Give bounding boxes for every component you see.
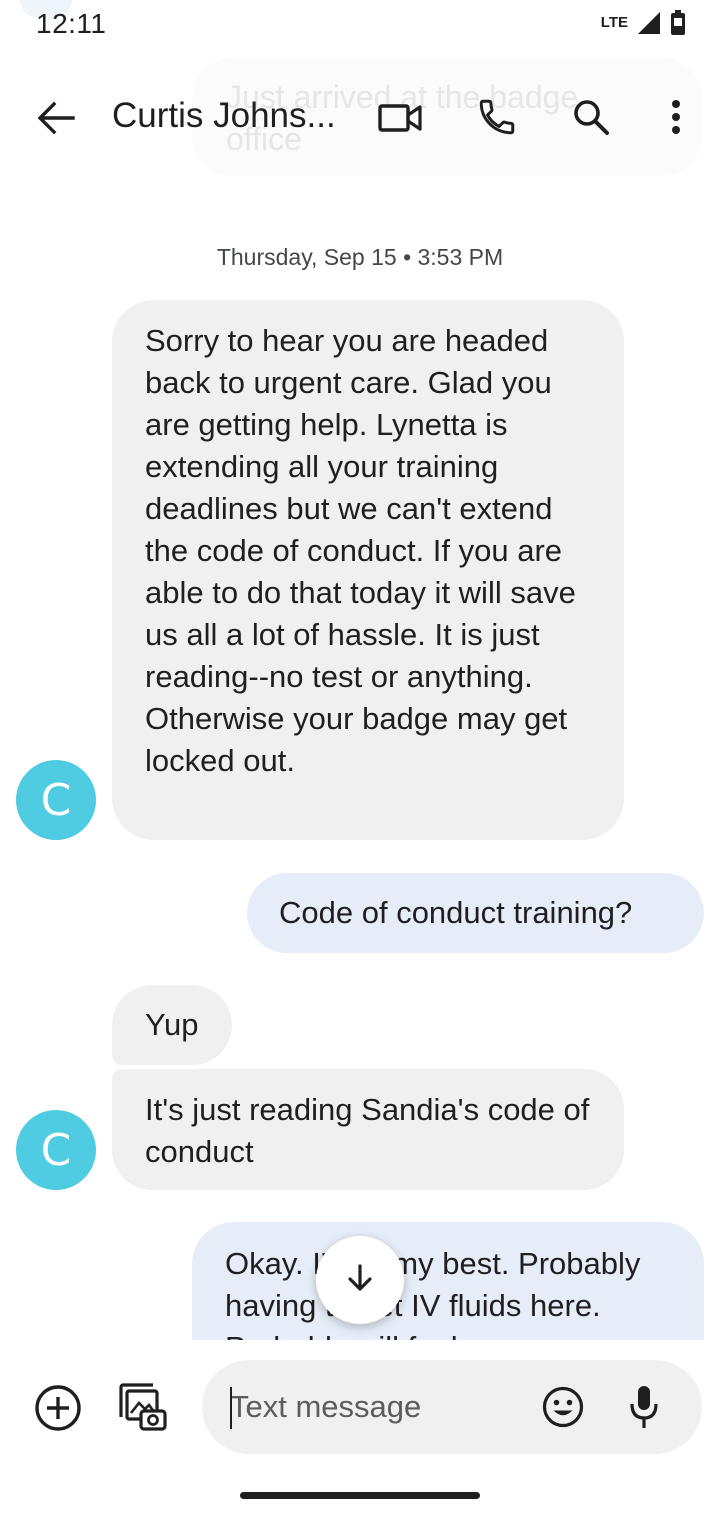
date-separator: Thursday, Sep 15 • 3:53 PM — [216, 244, 504, 270]
emoji-icon[interactable] — [538, 1382, 588, 1432]
incoming-message-bubble[interactable]: Yup — [112, 985, 232, 1065]
more-vert-icon[interactable] — [662, 94, 690, 140]
status-icons: LTE — [601, 10, 686, 41]
signal-icon — [636, 10, 662, 41]
add-attachment-icon[interactable] — [32, 1382, 84, 1434]
phone-icon[interactable] — [474, 94, 520, 140]
home-indicator[interactable] — [240, 1492, 480, 1499]
contact-name[interactable]: Curtis Johns... — [112, 96, 336, 136]
contact-avatar[interactable]: C — [16, 1110, 96, 1190]
gallery-camera-icon[interactable] — [116, 1380, 170, 1434]
incoming-message-bubble[interactable]: Sorry to hear you are headed back to urg… — [112, 300, 624, 840]
scroll-to-bottom-button[interactable] — [316, 1236, 404, 1324]
outgoing-message-bubble[interactable]: Code of conduct training? — [247, 873, 704, 953]
microphone-icon[interactable] — [624, 1380, 664, 1434]
search-icon[interactable] — [568, 94, 614, 140]
back-arrow-icon[interactable] — [28, 92, 84, 144]
video-call-icon[interactable] — [376, 96, 424, 140]
text-message-input[interactable] — [230, 1384, 520, 1430]
lte-label: LTE — [600, 14, 628, 31]
text-cursor — [230, 1387, 232, 1429]
battery-icon — [670, 10, 686, 41]
status-time: 12:11 — [36, 8, 107, 39]
arrow-down-icon — [345, 1263, 375, 1298]
contact-avatar[interactable]: C — [16, 760, 96, 840]
incoming-message-bubble[interactable]: It's just reading Sandia's code of condu… — [112, 1069, 624, 1190]
